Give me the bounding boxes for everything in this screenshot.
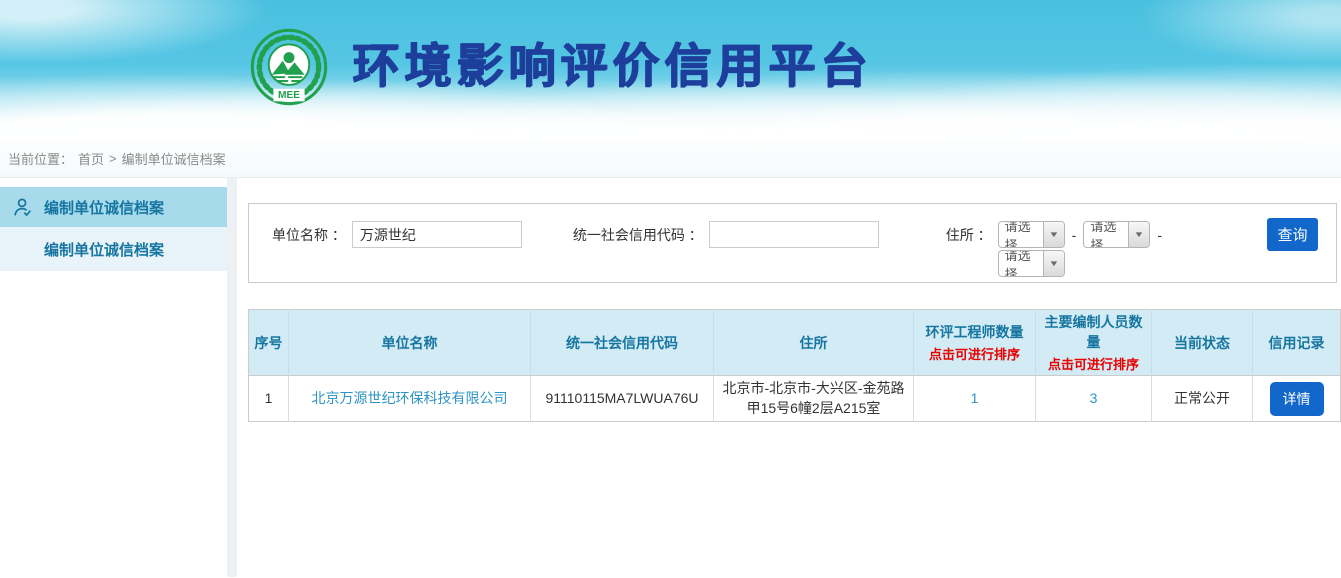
results-table: 序号 单位名称 统一社会信用代码 住所 环评工程师数量 点击可进行排序 主要编制… <box>248 309 1341 422</box>
sidebar-item-label: 编制单位诚信档案 <box>44 239 164 260</box>
breadcrumb-label: 当前位置： <box>8 149 73 168</box>
sidebar-item-unit-credit-archive[interactable]: 编制单位诚信档案 <box>0 227 227 271</box>
sort-hint: 点击可进行排序 <box>1040 354 1147 373</box>
row-index-cell: 1 <box>249 376 289 422</box>
province-select[interactable]: 请选择 ▼ <box>998 221 1065 248</box>
table-header-row: 序号 单位名称 统一社会信用代码 住所 环评工程师数量 点击可进行排序 主要编制… <box>249 310 1341 376</box>
city-select-value: 请选择 <box>1084 222 1128 247</box>
province-select-value: 请选择 <box>999 222 1043 247</box>
sidebar-section-header[interactable]: 编制单位诚信档案 <box>0 187 227 227</box>
city-select[interactable]: 请选择 ▼ <box>1083 221 1150 248</box>
breadcrumb: 当前位置： 首页 > 编制单位诚信档案 <box>0 140 1341 178</box>
table-row: 1 北京万源世纪环保科技有限公司 91110115MA7LWUA76U 北京市-… <box>249 376 1341 422</box>
unit-name-label: 单位名称 ： <box>272 225 346 245</box>
col-header-staff-count-sortable[interactable]: 主要编制人员数量 点击可进行排序 <box>1036 310 1152 376</box>
credit-code-label: 统一社会信用代码 ： <box>573 225 703 245</box>
breadcrumb-separator: > <box>109 151 117 166</box>
sidebar-section-label: 编制单位诚信档案 <box>44 197 164 218</box>
engineer-count-link[interactable]: 1 <box>971 390 979 406</box>
col-header-address: 住所 <box>714 310 914 376</box>
unit-name-input[interactable] <box>352 221 522 248</box>
query-button[interactable]: 查询 <box>1267 218 1318 251</box>
site-banner: MEE 环境影响评价信用平台 <box>0 0 1341 140</box>
search-panel: 单位名称 ： 统一社会信用代码 ： 住所 ： 请选择 ▼ - 请选择 ▼ - <box>248 203 1337 283</box>
chevron-down-icon: ▼ <box>1048 230 1059 239</box>
svg-text:MEE: MEE <box>278 90 300 101</box>
address-separator: - <box>1072 227 1077 243</box>
credit-code-cell: 91110115MA7LWUA76U <box>531 376 714 422</box>
district-select-arrow-button[interactable]: ▼ <box>1043 251 1064 276</box>
district-select-value: 请选择 <box>999 251 1043 276</box>
credit-code-input[interactable] <box>709 221 879 248</box>
city-select-arrow-button[interactable]: ▼ <box>1128 222 1149 247</box>
col-header-status: 当前状态 <box>1152 310 1253 376</box>
breadcrumb-home-link[interactable]: 首页 <box>78 149 104 168</box>
col-header-engineer-count-label: 环评工程师数量 <box>918 322 1031 342</box>
col-header-credit-record: 信用记录 <box>1253 310 1341 376</box>
col-header-unit-name: 单位名称 <box>289 310 531 376</box>
chevron-down-icon: ▼ <box>1048 259 1059 268</box>
province-select-arrow-button[interactable]: ▼ <box>1043 222 1064 247</box>
col-header-engineer-count-sortable[interactable]: 环评工程师数量 点击可进行排序 <box>914 310 1036 376</box>
chevron-down-icon: ▼ <box>1134 230 1145 239</box>
person-check-icon <box>12 196 34 218</box>
detail-button[interactable]: 详情 <box>1270 382 1324 416</box>
site-title: 环境影响评价信用平台 <box>352 42 872 89</box>
breadcrumb-current: 编制单位诚信档案 <box>122 149 226 168</box>
col-header-credit-code: 统一社会信用代码 <box>531 310 714 376</box>
sort-hint: 点击可进行排序 <box>918 344 1031 363</box>
unit-name-link[interactable]: 北京万源世纪环保科技有限公司 <box>312 390 508 406</box>
status-cell: 正常公开 <box>1152 376 1253 422</box>
address-cell: 北京市-北京市-大兴区-金苑路甲15号6幢2层A215室 <box>714 376 914 422</box>
col-header-index: 序号 <box>249 310 289 376</box>
staff-count-link[interactable]: 3 <box>1090 390 1098 406</box>
col-header-staff-count-label: 主要编制人员数量 <box>1040 312 1147 352</box>
sidebar: 编制单位诚信档案 编制单位诚信档案 <box>0 178 227 577</box>
address-label: 住所 ： <box>946 225 992 245</box>
content-area: 单位名称 ： 统一社会信用代码 ： 住所 ： 请选择 ▼ - 请选择 ▼ - <box>237 178 1341 577</box>
mee-logo-icon: MEE <box>250 28 328 106</box>
district-select[interactable]: 请选择 ▼ <box>998 250 1065 277</box>
sidebar-content-divider <box>227 178 237 577</box>
address-separator: - <box>1157 227 1162 243</box>
